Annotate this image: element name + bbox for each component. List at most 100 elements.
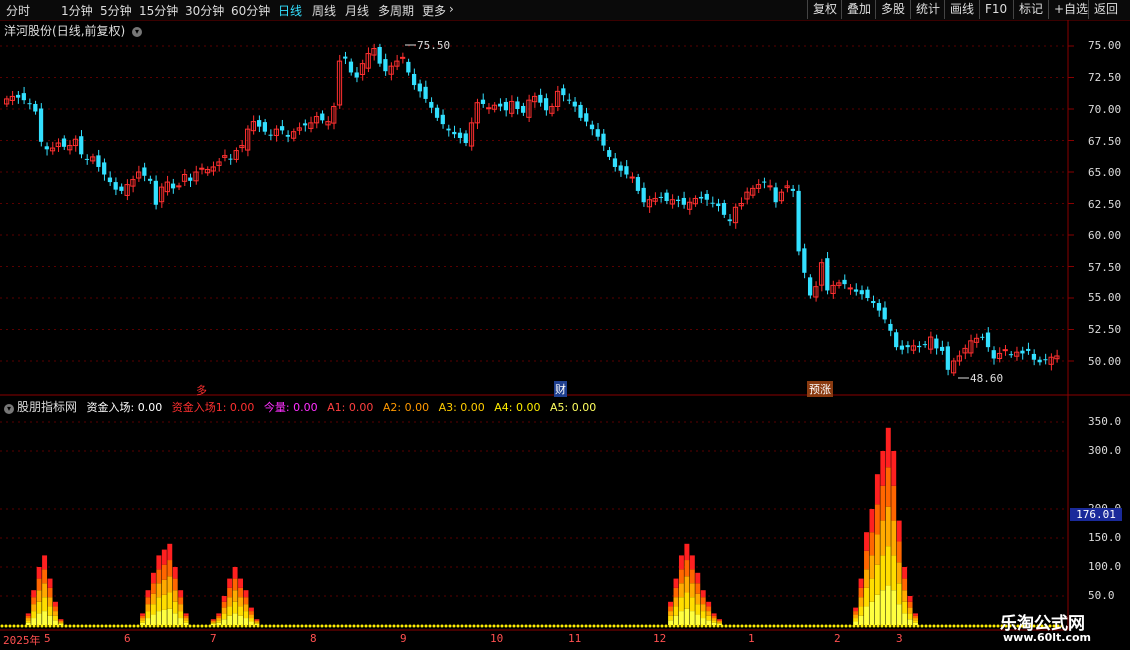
indicator-baseline-dot	[408, 624, 412, 628]
indicator-baseline-dot	[72, 624, 76, 628]
indicator-bar	[248, 611, 254, 615]
indicator-baseline-dot	[496, 624, 500, 628]
indicator-bar	[161, 579, 167, 595]
indicator-baseline-dot	[160, 624, 164, 628]
indicator-baseline-dot	[388, 624, 392, 628]
indicator-value: A5: 0.00	[550, 401, 597, 414]
indicator-baseline-dot	[500, 624, 504, 628]
chevron-down-icon[interactable]: ▾	[4, 404, 14, 414]
indicator-baseline-dot	[768, 624, 772, 628]
indicator-baseline-dot	[280, 624, 284, 628]
event-marker-yuzhang[interactable]: 预涨	[807, 381, 833, 397]
indicator-baseline-dot	[940, 624, 944, 628]
indicator-bar	[695, 614, 701, 625]
chart-canvas[interactable]	[0, 0, 1130, 650]
indicator-baseline-dot	[36, 624, 40, 628]
indicator-value: 资金入场: 0.00	[86, 401, 163, 414]
indicator-baseline-dot	[124, 624, 128, 628]
time-tick: 5	[44, 632, 51, 645]
indicator-baseline-dot	[420, 624, 424, 628]
indicator-baseline-dot	[396, 624, 400, 628]
indicator-baseline-dot	[96, 624, 100, 628]
indicator-baseline-dot	[888, 624, 892, 628]
candle-down	[825, 258, 830, 291]
candle-down	[561, 88, 566, 96]
indicator-bar	[216, 622, 222, 625]
event-marker-duo[interactable]: 多	[196, 382, 207, 398]
indicator-baseline-dot	[24, 624, 28, 628]
indicator-bar	[161, 609, 167, 625]
indicator-bar	[673, 587, 679, 598]
candle-down	[343, 56, 348, 59]
indicator-bar	[161, 594, 167, 610]
time-tick: 7	[210, 632, 217, 645]
indicator-baseline-dot	[340, 624, 344, 628]
indicator-bar	[869, 532, 875, 556]
indicator-value: 今量: 0.00	[263, 401, 318, 414]
indicator-baseline-dot	[856, 624, 860, 628]
indicator-baseline-dot	[924, 624, 928, 628]
indicator-baseline-dot	[384, 624, 388, 628]
candle-up	[400, 56, 406, 59]
indicator-baseline-dot	[840, 624, 844, 628]
candle-down	[945, 346, 950, 370]
indicator-bar	[717, 619, 723, 621]
candle-down	[991, 350, 996, 359]
indicator-bar	[232, 590, 238, 602]
indicator-bar	[42, 597, 48, 612]
candle-down	[188, 177, 193, 181]
indicator-baseline-dot	[644, 624, 648, 628]
indicator-baseline-dot	[672, 624, 676, 628]
indicator-baseline-dot	[892, 624, 896, 628]
candle-down	[853, 289, 859, 292]
indicator-bar	[913, 618, 918, 621]
candle-down	[170, 183, 176, 189]
indicator-bar	[689, 611, 695, 625]
indicator-bar	[243, 618, 249, 625]
indicator-baseline-dot	[336, 624, 340, 628]
event-marker-cai[interactable]: 财	[554, 381, 567, 397]
indicator-bar	[684, 608, 690, 625]
indicator-baseline-dot	[444, 624, 448, 628]
indicator-bar	[700, 618, 706, 625]
time-tick: 8	[310, 632, 317, 645]
candle-down	[698, 196, 704, 199]
candle-down	[584, 113, 589, 122]
candle-down	[624, 166, 629, 175]
indicator-bar	[167, 543, 173, 561]
indicator-bar	[717, 621, 723, 623]
indicator-baseline-dot	[980, 624, 984, 628]
indicator-bar	[880, 555, 886, 591]
candle-down	[922, 344, 927, 346]
indicator-bar	[254, 620, 260, 622]
indicator-bar	[858, 587, 864, 598]
candle-down	[434, 107, 440, 118]
indicator-bar	[695, 572, 701, 584]
indicator-baseline-dot	[580, 624, 584, 628]
indicator-baseline-dot	[664, 624, 668, 628]
price-tick: 67.50	[1088, 135, 1122, 148]
indicator-name[interactable]: 股朋指标网	[17, 400, 77, 414]
indicator-bar	[183, 613, 189, 616]
indicator-baseline-dot	[556, 624, 560, 628]
indicator-bar	[254, 619, 260, 621]
indicator-baseline-dot	[676, 624, 680, 628]
indicator-bar	[243, 604, 249, 612]
candle-down	[939, 346, 945, 351]
candle-down	[865, 289, 870, 298]
indicator-bar	[695, 593, 701, 605]
indicator-bar	[227, 606, 233, 616]
indicator-bar	[891, 590, 897, 625]
indicator-baseline-dot	[536, 624, 540, 628]
indicator-bar	[700, 597, 706, 605]
candle-down	[383, 59, 388, 72]
indicator-baseline-dot	[492, 624, 496, 628]
indicator-bar	[864, 587, 869, 607]
time-tick: 1	[748, 632, 755, 645]
indicator-baseline-dot	[216, 624, 220, 628]
indicator-baseline-dot	[76, 624, 80, 628]
indicator-baseline-dot	[640, 624, 644, 628]
indicator-baseline-dot	[12, 624, 16, 628]
indicator-baseline-dot	[248, 624, 252, 628]
indicator-bar	[36, 567, 42, 579]
